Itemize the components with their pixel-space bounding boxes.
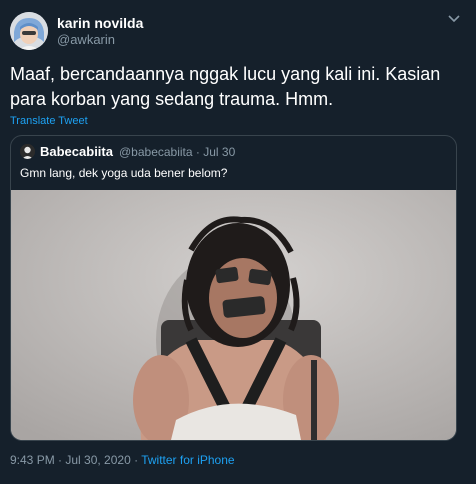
- tweet-timestamp[interactable]: 9:43 PM · Jul 30, 2020 ·: [10, 453, 141, 467]
- photo-image: [11, 190, 456, 440]
- quoted-tweet-text: Gmn lang, dek yoga uda bener belom?: [20, 166, 228, 180]
- chevron-down-icon[interactable]: [446, 12, 462, 24]
- quoted-author-handle: @babecabiita: [119, 145, 193, 159]
- tweet-source-link[interactable]: Twitter for iPhone: [141, 453, 234, 467]
- quoted-author-avatar: [20, 144, 35, 159]
- author-avatar[interactable]: [10, 12, 48, 50]
- quoted-author-name: Babecabiita: [40, 144, 113, 159]
- author-handle[interactable]: @awkarin: [57, 32, 115, 47]
- tweet-footer: 9:43 PM · Jul 30, 2020 · Twitter for iPh…: [10, 453, 235, 467]
- quoted-tweet[interactable]: Babecabiita @babecabiita · Jul 30 Gmn la…: [10, 135, 457, 441]
- translate-tweet-link[interactable]: Translate Tweet: [10, 115, 88, 127]
- tweet-text: Maaf, bercandaannya nggak lucu yang kali…: [10, 64, 441, 109]
- tweet-card: karin novilda @awkarin Maaf, bercandaann…: [0, 0, 476, 484]
- avatar-image: [10, 12, 48, 50]
- author-name[interactable]: karin novilda: [57, 15, 143, 31]
- quoted-tweet-date: · Jul 30: [195, 145, 236, 159]
- quoted-author-meta: @babecabiita · Jul 30: [119, 145, 235, 159]
- quoted-tweet-photo[interactable]: [11, 190, 456, 440]
